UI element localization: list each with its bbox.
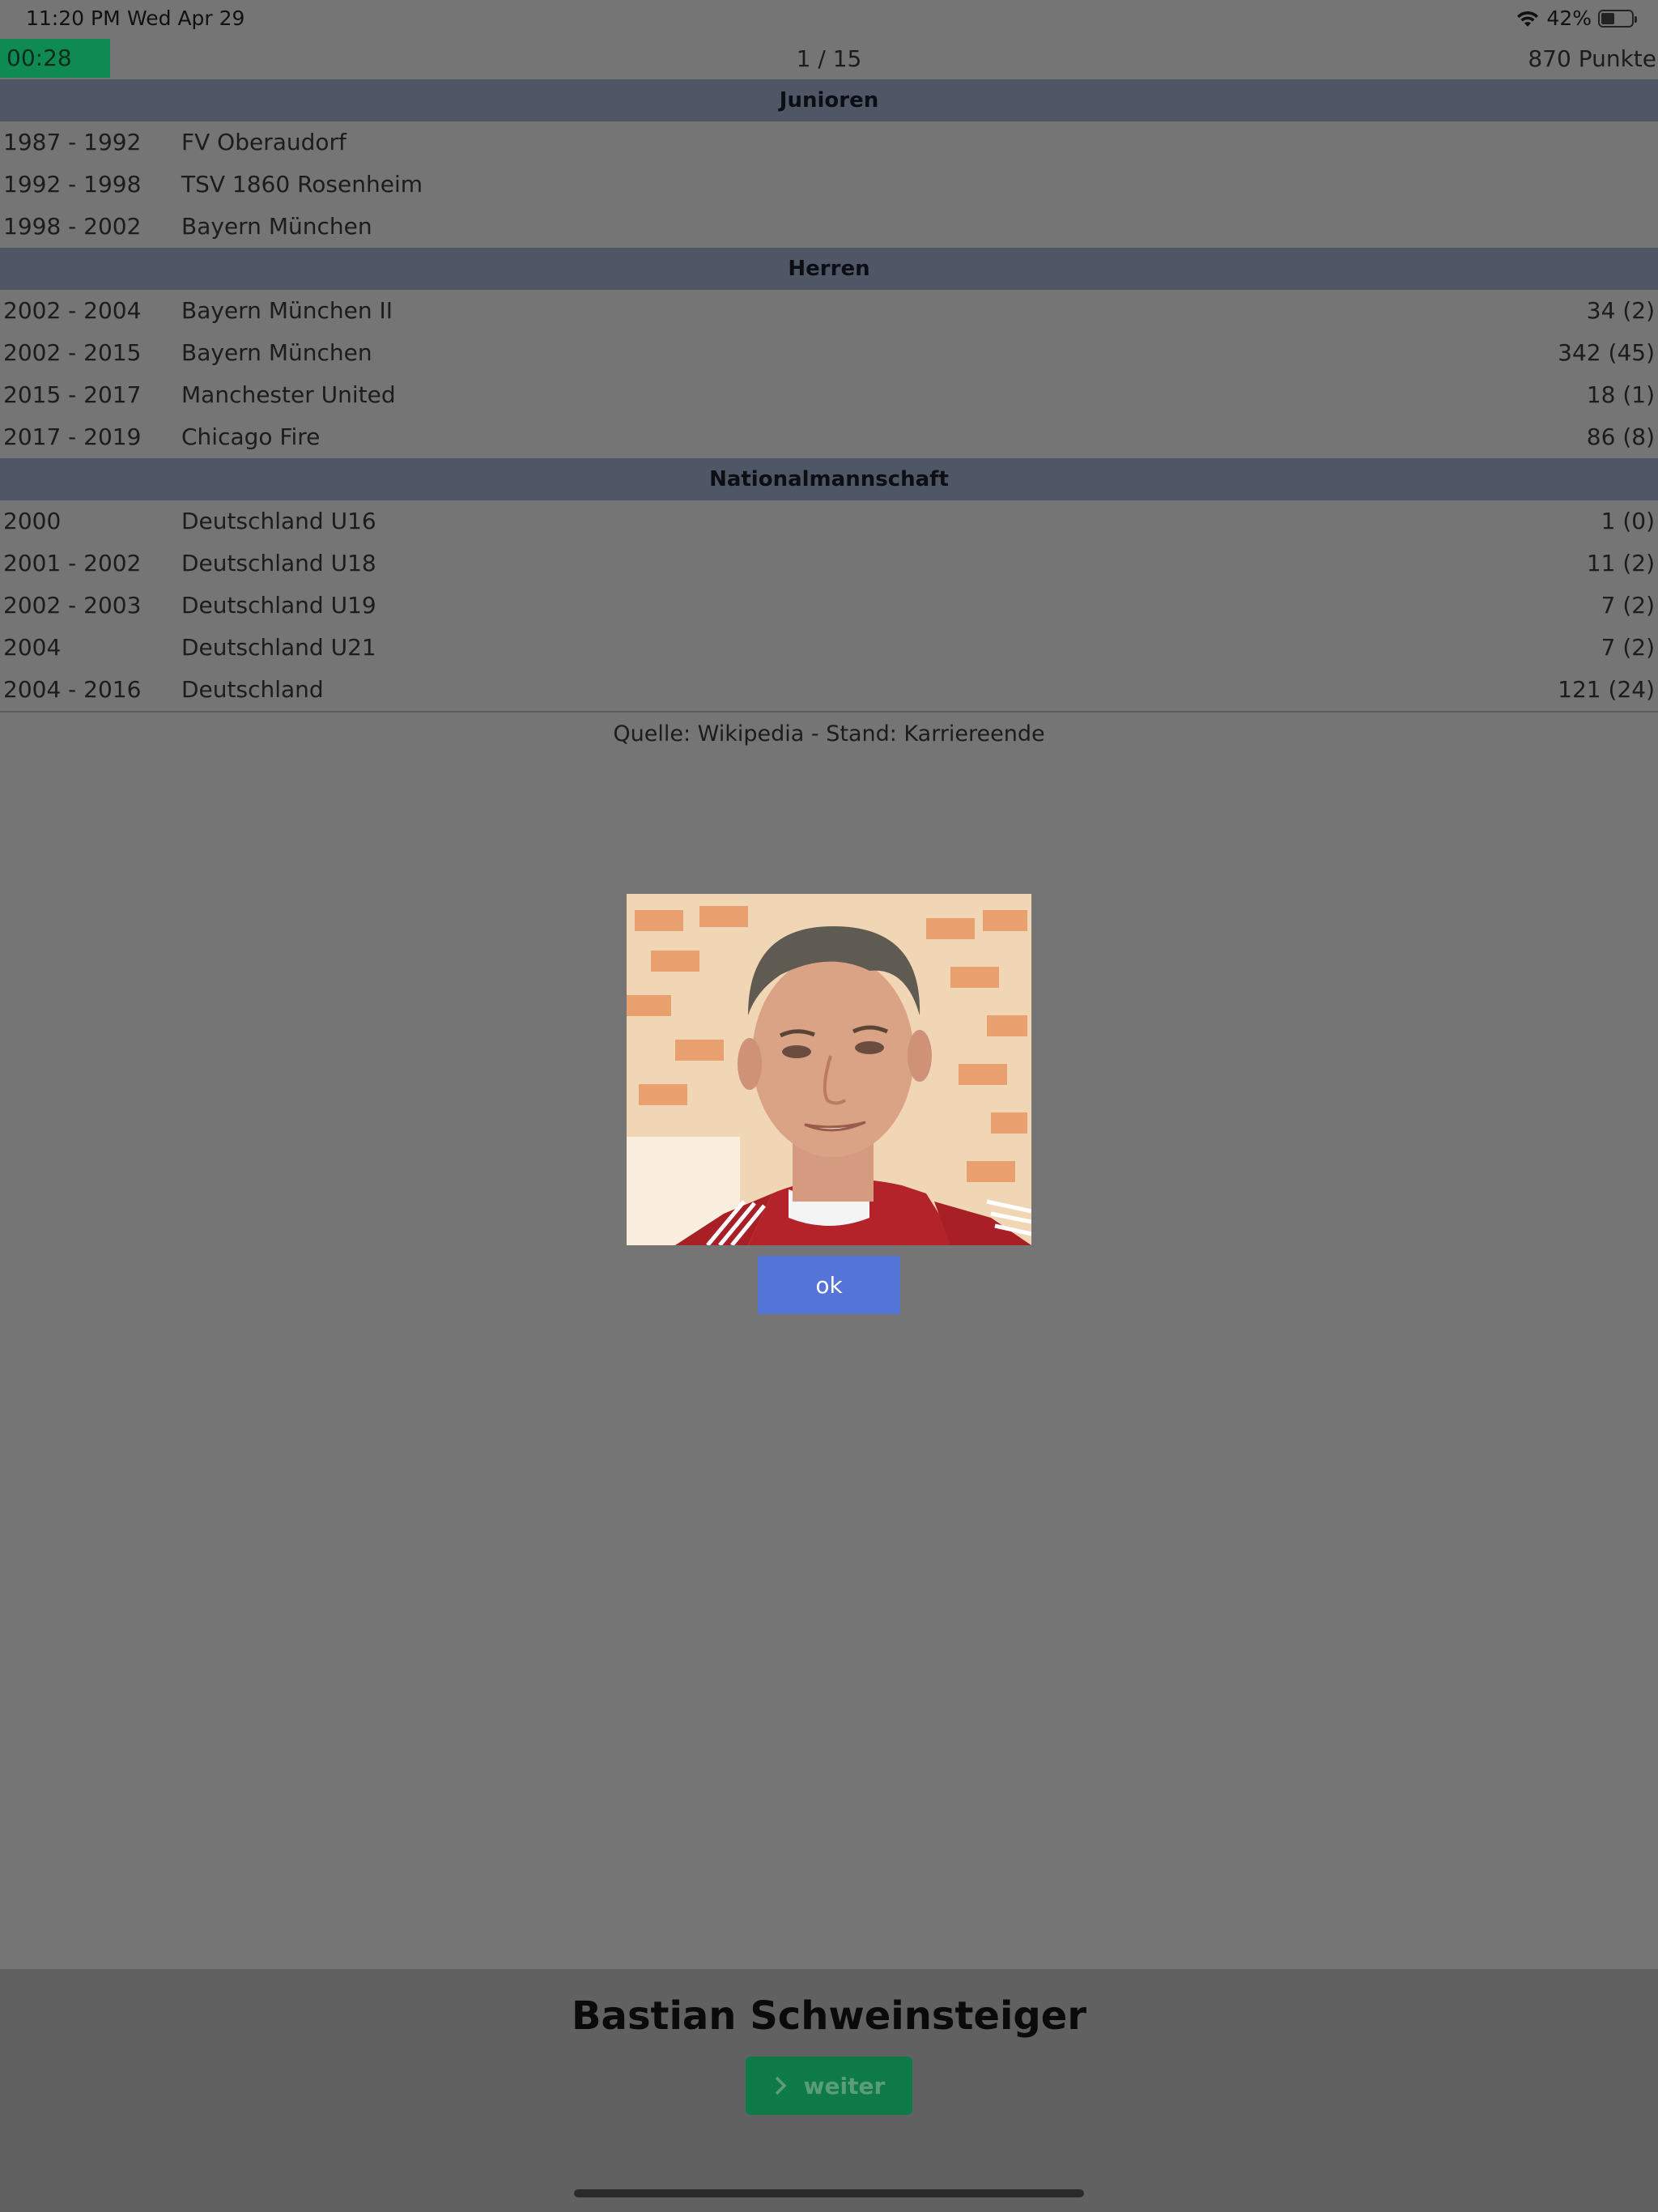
battery-percentage: 42% [1546,6,1592,30]
career-row: 2004 Deutschland U21 7 (2) [0,627,1658,669]
career-table: Junioren 1987 - 1992 FV Oberaudorf 1992 - … [0,79,1658,756]
career-row: 1987 - 1992 FV Oberaudorf [0,121,1658,164]
status-time: 11:20 PM [26,6,121,30]
career-row: 2017 - 2019 Chicago Fire 86 (8) [0,416,1658,458]
section-header-national: Nationalmannschaft [0,458,1658,500]
career-years: 2017 - 2019 [3,423,142,450]
career-years: 1992 - 1998 [3,171,142,198]
career-club: Bayern München II [181,297,393,324]
career-row: 2000 Deutschland U16 1 (0) [0,500,1658,542]
status-bar: 11:20 PM Wed Apr 29 42% [0,0,1658,39]
next-button[interactable]: weiter [746,2057,912,2115]
career-years: 2004 [3,634,62,661]
section-header-seniors: Herren [0,248,1658,290]
player-name: Bastian Schweinsteiger [571,1993,1087,2039]
status-indicators: 42% [1516,6,1637,30]
status-date: Wed Apr 29 [127,6,245,30]
career-stats: 18 (1) [1586,381,1655,408]
career-stats: 121 (24) [1558,676,1655,703]
question-progress: 1 / 15 [796,45,862,72]
career-club: Bayern München [181,213,372,240]
career-years: 2002 - 2003 [3,592,142,619]
career-club: Deutschland U21 [181,634,376,661]
career-stats: 86 (8) [1586,423,1655,450]
battery-icon [1598,9,1637,28]
career-row: 2002 - 2004 Bayern München II 34 (2) [0,290,1658,332]
career-stats: 7 (2) [1601,634,1655,661]
answer-panel: Bastian Schweinsteiger weiter [0,1969,1658,2212]
career-row: 2004 - 2016 Deutschland 121 (24) [0,669,1658,711]
source-note: Quelle: Wikipedia - Stand: Karriereende [0,711,1658,756]
career-row: 1998 - 2002 Bayern München [0,206,1658,248]
quiz-bar: 1 / 15 00:28 870 Punkte [0,39,1658,79]
career-years: 1987 - 1992 [3,129,142,155]
career-row: 2001 - 2002 Deutschland U18 11 (2) [0,542,1658,585]
career-row: 2015 - 2017 Manchester United 18 (1) [0,374,1658,416]
career-years: 2002 - 2015 [3,339,142,366]
career-club: FV Oberaudorf [181,129,346,155]
career-club: Deutschland U19 [181,592,376,619]
career-years: 1998 - 2002 [3,213,142,240]
home-indicator[interactable] [574,2189,1084,2197]
career-years: 2004 - 2016 [3,676,142,703]
player-portrait-image [627,894,1031,1245]
career-stats: 34 (2) [1586,297,1655,324]
career-club: Deutschland U18 [181,550,376,576]
player-photo [627,894,1031,1245]
career-row: 2002 - 2015 Bayern München 342 (45) [0,332,1658,374]
career-stats: 1 (0) [1601,508,1655,534]
career-club: Deutschland U16 [181,508,376,534]
career-club: Chicago Fire [181,423,321,450]
career-row: 2002 - 2003 Deutschland U19 7 (2) [0,585,1658,627]
career-years: 2000 [3,508,62,534]
chevron-right-icon [775,2076,787,2095]
points-display: 870 Punkte [1528,45,1656,72]
career-years: 2002 - 2004 [3,297,142,324]
section-header-juniors: Junioren [0,79,1658,121]
career-club: Deutschland [181,676,324,703]
career-stats: 7 (2) [1601,592,1655,619]
career-club: Bayern München [181,339,372,366]
countdown-timer: 00:28 [0,39,110,78]
career-stats: 342 (45) [1558,339,1655,366]
ok-button[interactable]: ok [758,1256,900,1314]
career-years: 2001 - 2002 [3,550,142,576]
career-club: TSV 1860 Rosenheim [181,171,423,198]
wifi-icon [1517,11,1539,27]
next-button-label: weiter [803,2072,886,2099]
career-club: Manchester United [181,381,396,408]
career-row: 1992 - 1998 TSV 1860 Rosenheim [0,164,1658,206]
career-stats: 11 (2) [1586,550,1655,576]
career-years: 2015 - 2017 [3,381,142,408]
